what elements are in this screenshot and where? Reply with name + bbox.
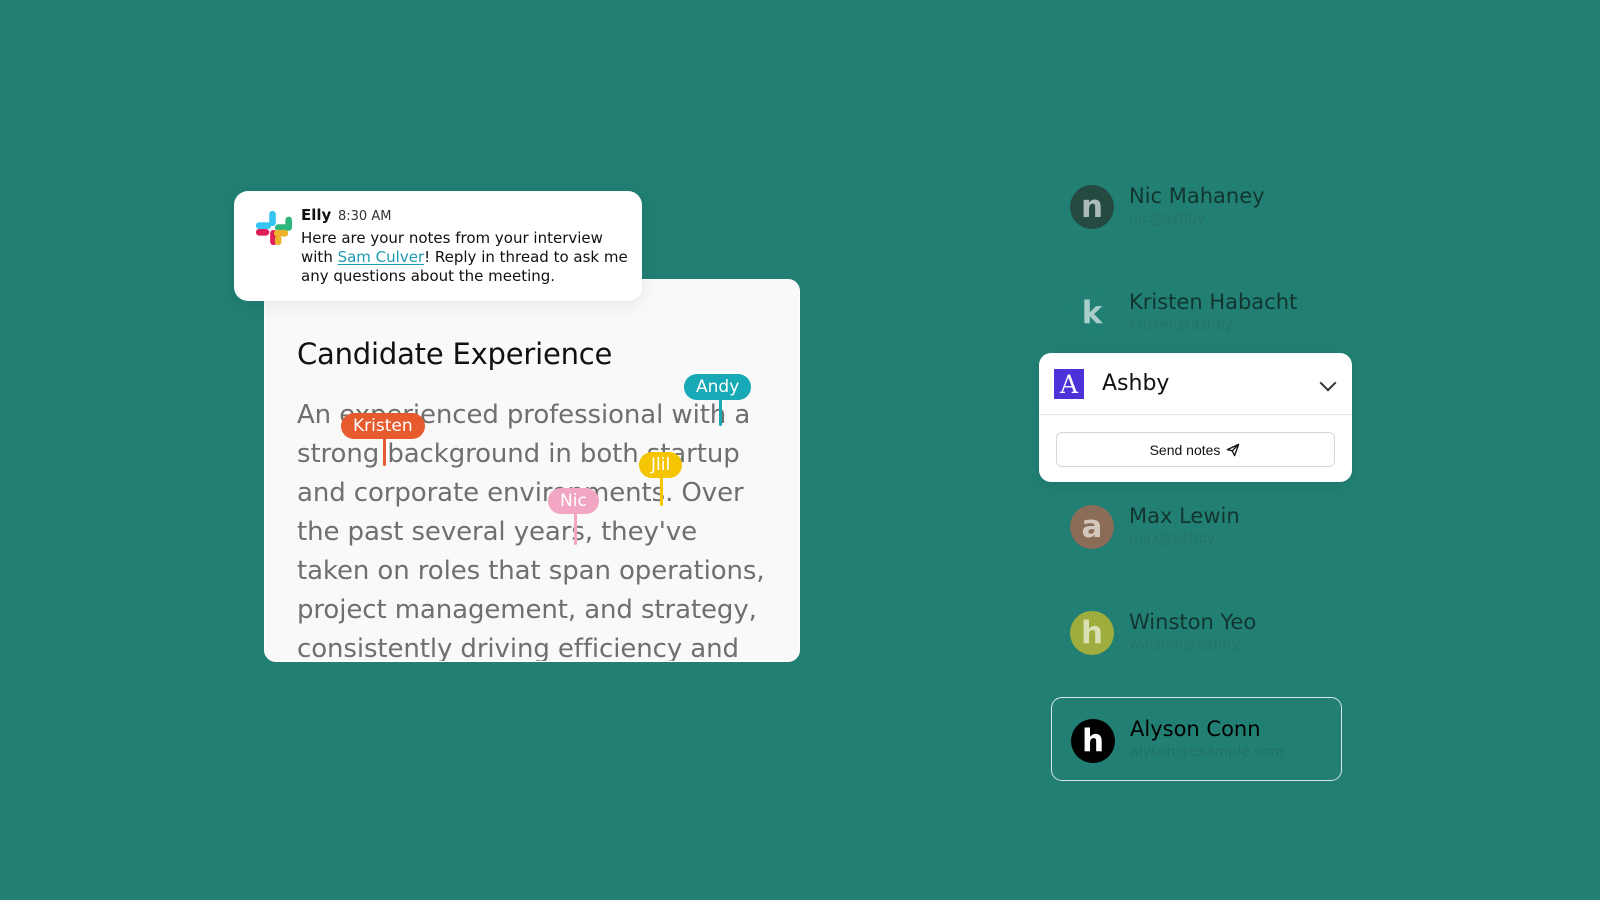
person-name: Max Lewin — [1129, 504, 1240, 528]
person-kristen-habacht[interactable]: k Kristen Habacht kristen@ashby — [1070, 290, 1370, 345]
avatar: h — [1070, 611, 1114, 655]
person-winston-yeo[interactable]: h Winston Yeo winston@ashby — [1070, 610, 1370, 665]
document-title: Candidate Experience — [297, 337, 613, 371]
ashby-integration-dropdown[interactable]: A Ashby Send notes — [1039, 353, 1352, 482]
dropdown-divider — [1039, 414, 1352, 415]
send-notes-label: Send notes — [1149, 441, 1221, 458]
jlil-cursor — [660, 476, 663, 506]
person-name: Kristen Habacht — [1129, 290, 1298, 314]
person-name: Winston Yeo — [1129, 610, 1257, 634]
person-name: Nic Mahaney — [1129, 184, 1265, 208]
jlil-cursor-label: Jlil — [639, 452, 683, 478]
person-email: kristen@ashby — [1129, 317, 1233, 333]
nic-cursor-label: Nic — [548, 488, 599, 514]
slack-notification[interactable]: Elly 8:30 AM Here are your notes from yo… — [234, 191, 642, 301]
slack-logo-icon — [255, 210, 292, 246]
send-notes-button[interactable]: Send notes — [1056, 432, 1335, 467]
send-icon — [1227, 443, 1240, 456]
person-email: max@ashby — [1129, 531, 1216, 547]
nic-cursor — [574, 511, 577, 545]
person-email: winston@ashby — [1129, 637, 1240, 653]
notes-document-card[interactable]: Candidate Experience An experienced prof… — [264, 279, 800, 662]
person-name: Alyson Conn — [1130, 717, 1261, 741]
kristen-cursor-label: Kristen — [341, 413, 425, 439]
andy-cursor — [719, 398, 722, 426]
slack-sender: Elly — [301, 206, 332, 224]
ashby-title: Ashby — [1102, 371, 1170, 396]
slack-message: Here are your notes from your interview … — [301, 229, 631, 286]
avatar: a — [1070, 505, 1114, 549]
person-nic-mahaney[interactable]: n Nic Mahaney nic@ashby — [1070, 184, 1370, 239]
avatar: n — [1070, 185, 1114, 229]
kristen-cursor — [383, 438, 386, 466]
avatar: k — [1070, 291, 1114, 335]
person-max-lewin[interactable]: a Max Lewin max@ashby — [1070, 504, 1370, 559]
chevron-down-icon[interactable] — [1319, 374, 1337, 392]
ashby-logo: A — [1054, 369, 1084, 399]
slack-timestamp: 8:30 AM — [338, 209, 392, 224]
canvas: Candidate Experience An experienced prof… — [0, 0, 1600, 900]
avatar: h — [1071, 719, 1115, 763]
andy-cursor-label: Andy — [684, 374, 752, 400]
person-email: alyson@example.com — [1130, 744, 1285, 760]
person-alyson-conn[interactable]: h Alyson Conn alyson@example.com — [1051, 697, 1342, 781]
person-email: nic@ashby — [1129, 211, 1206, 227]
candidate-link[interactable]: Sam Culver — [338, 248, 425, 266]
